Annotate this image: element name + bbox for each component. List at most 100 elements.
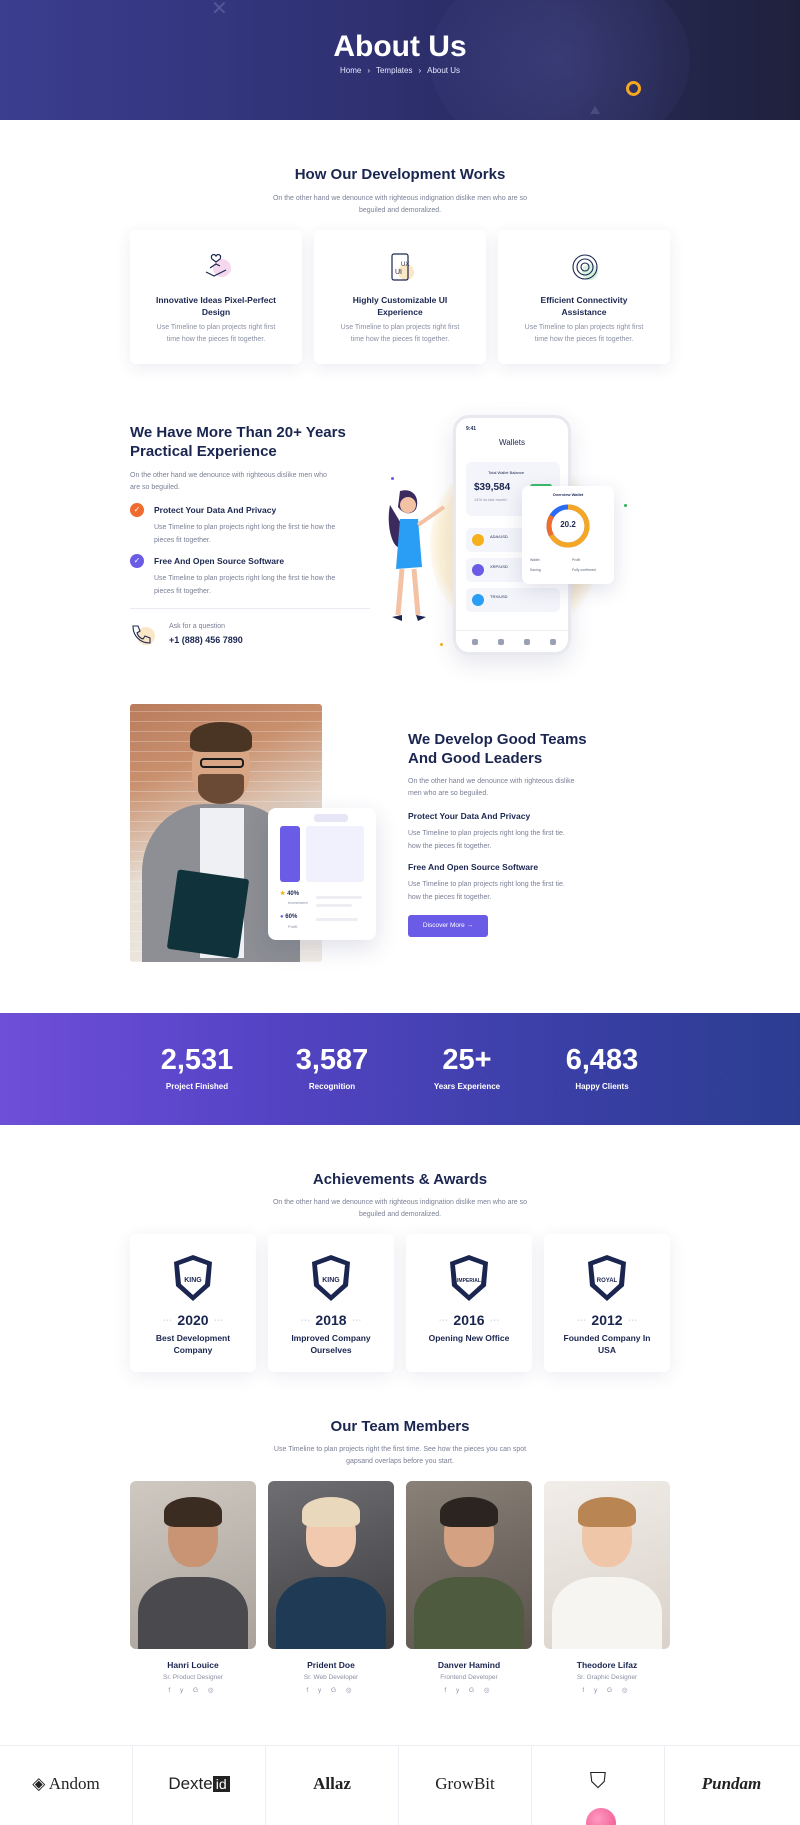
phone-call-icon (132, 625, 155, 645)
svg-text:UI: UI (395, 269, 402, 276)
fingerprint-icon (572, 254, 598, 280)
member-social-links[interactable]: f y G ◎ (406, 1686, 532, 1694)
stat-block: 25+ Years Experience (397, 1044, 537, 1091)
badge-text: KING (184, 1277, 202, 1284)
award-badge-icon: KING (174, 1255, 212, 1301)
awards-section-title: Achievements & Awards (312, 1171, 488, 1188)
teams-item-desc: Use Timeline to plan projects right long… (408, 830, 565, 850)
member-photo[interactable] (268, 1481, 394, 1649)
breadcrumb-templates[interactable]: Templates (376, 66, 412, 75)
award-card: KING 2018 Improved Company Ourselves (268, 1234, 394, 1372)
photo-glasses (200, 758, 244, 768)
experience-desc: On the other hand we denounce with right… (130, 472, 327, 491)
member-role: Sr. Graphic Designer (576, 1674, 638, 1681)
discover-more-label: Discover More (422, 922, 465, 929)
award-card: KING 2020 Best Development Company (130, 1234, 256, 1372)
feature-desc: Use Timeline to plan projects right firs… (340, 324, 460, 343)
stat-block: 3,587 Recognition (262, 1044, 402, 1091)
nav-home-icon (498, 639, 504, 645)
brand-name-suffix: id (212, 1776, 230, 1792)
layers-icon: ◈ (32, 1774, 46, 1793)
teams-item-desc: Use Timeline to plan projects right long… (408, 881, 565, 901)
ask-question-label: Ask for a question (169, 623, 226, 630)
donut-legend-item: Saving (530, 568, 541, 572)
check-icon: ✓ (130, 503, 144, 517)
brand-logo-pundam[interactable]: Pundam (665, 1746, 798, 1825)
member-photo[interactable] (130, 1481, 256, 1649)
coin-icon (472, 534, 484, 546)
phone-number[interactable]: +1 (888) 456 7890 (169, 635, 243, 645)
member-social-links[interactable]: f y G ◎ (130, 1686, 256, 1694)
coin-name: ADA/USD (490, 534, 508, 539)
ui-ux-icon: UI UX (391, 253, 414, 281)
member-body (552, 1577, 662, 1649)
phone-screen-title: Wallets (499, 438, 525, 447)
member-role: Sr. Web Developer (303, 1674, 359, 1681)
brand-logo-allaz[interactable]: Allaz (266, 1746, 399, 1825)
development-section-subtitle: On the other hand we denounce with right… (272, 195, 528, 214)
teams-item-title: Free And Open Source Software (408, 862, 539, 872)
donut-title: Overview Wallet (552, 492, 584, 497)
feature-card: Innovative Ideas Pixel-Perfect Design Us… (130, 230, 302, 364)
check-icon: ✓ (130, 554, 144, 568)
stat-value: 2,531 (160, 1044, 234, 1076)
arrow-right-icon: → (466, 922, 474, 929)
member-social-links[interactable]: f y G ◎ (544, 1686, 670, 1694)
decor-dot (624, 504, 627, 507)
feature-card: UI UX Highly Customizable UI Experience … (314, 230, 486, 364)
dash-sidebar (280, 826, 300, 882)
member-social-links[interactable]: f y G ◎ (268, 1686, 394, 1694)
page-hero: ✕ About Us Home › Templates › About Us (0, 0, 800, 120)
brand-name: Pundam (701, 1774, 762, 1793)
wallet-row: TRX/USD (466, 588, 560, 612)
feature-card: Efficient Connectivity Assistance Use Ti… (498, 230, 670, 364)
nav-settings-icon (550, 639, 556, 645)
decor-ring (626, 81, 641, 96)
wallet-card-label: Total Wallet Balance (488, 470, 525, 475)
brand-logo-dexteid[interactable]: Dexte id (133, 1746, 266, 1825)
member-photo[interactable] (544, 1481, 670, 1649)
wallet-balance: $39,584 (474, 482, 511, 493)
badge-text: IMPERIAL (457, 1278, 481, 1284)
donut-value: 20.2 (560, 520, 576, 529)
member-body (276, 1577, 386, 1649)
award-badge-icon: ROYAL (588, 1255, 626, 1301)
dash-panel (306, 826, 364, 882)
decor-dot (391, 477, 394, 480)
awards-section-subtitle: On the other hand we denounce with right… (272, 1199, 528, 1218)
coin-icon (472, 564, 484, 576)
feature-title: Highly Customizable UI Experience (352, 295, 448, 317)
brand-logo-growbit[interactable]: GrowBit (399, 1746, 532, 1825)
breadcrumb: Home › Templates › About Us (0, 66, 800, 75)
brand-logo-andom[interactable]: ◈ Andom (0, 1746, 133, 1825)
brand-name: Andom (48, 1774, 100, 1793)
award-year: 2020 (130, 1312, 256, 1328)
stat-value: 6,483 (565, 1044, 639, 1076)
member-name: Theodore Lifaz (576, 1660, 638, 1670)
feature-desc: Use Timeline to plan projects right firs… (156, 324, 276, 343)
feature-title: Innovative Ideas Pixel-Perfect Design (156, 295, 276, 317)
award-card: ROYAL 2012 Founded Company In USA (544, 1234, 670, 1372)
breadcrumb-separator: › (367, 66, 370, 75)
stat-label: Project Finished (165, 1082, 229, 1091)
nav-bell-icon (524, 639, 530, 645)
member-name: Prident Doe (307, 1660, 355, 1670)
member-photo[interactable] (406, 1481, 532, 1649)
teams-desc: On the other hand we denounce with right… (408, 778, 575, 797)
award-card: IMPERIAL 2016 Opening New Office (406, 1234, 532, 1372)
star-icon: ★ (280, 891, 286, 897)
feature-title: Efficient Connectivity Assistance (540, 295, 628, 317)
award-badge-icon: IMPERIAL (450, 1255, 488, 1301)
photo-clipboard (166, 869, 250, 959)
award-label: Founded Company In USA (563, 1333, 651, 1355)
dash-bar (316, 896, 362, 899)
wallet-card-sub: 14% vs last month (474, 497, 507, 502)
feature-desc: Use Timeline to plan projects right firs… (524, 324, 644, 343)
discover-more-button[interactable]: Discover More → (408, 915, 488, 937)
decor-dot (440, 643, 443, 646)
member-name: Danver Hamind (437, 1660, 501, 1670)
breadcrumb-home[interactable]: Home (340, 66, 361, 75)
divider (130, 608, 370, 609)
award-label: Opening New Office (428, 1333, 510, 1343)
nav-folder-icon (472, 639, 478, 645)
